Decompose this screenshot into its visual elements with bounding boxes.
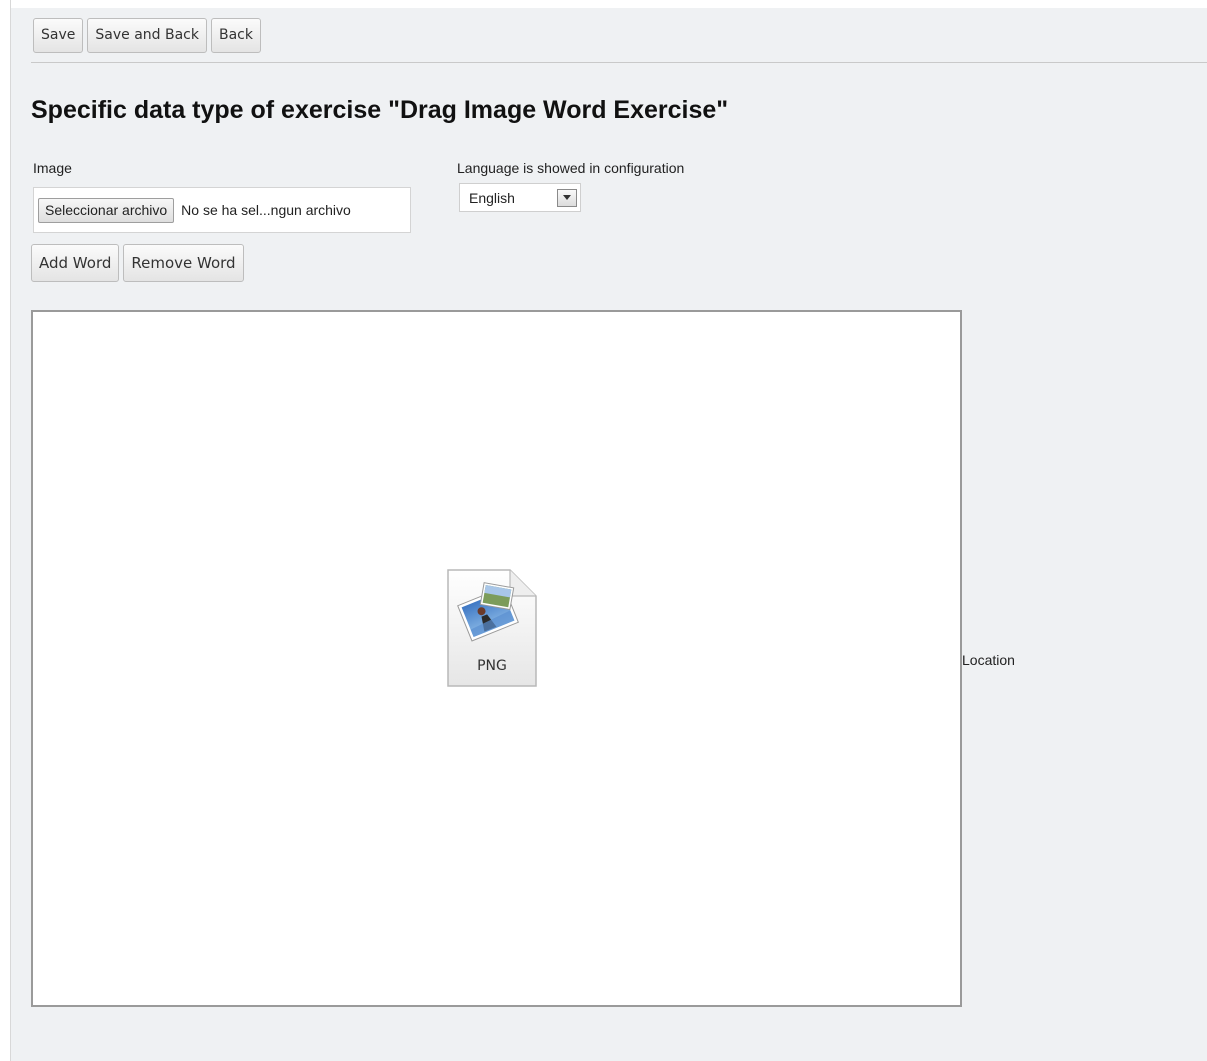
back-button[interactable]: Back (210, 18, 261, 53)
image-label: Image (33, 160, 72, 176)
choose-file-button[interactable]: Seleccionar archivo (38, 197, 175, 223)
toolbar-divider (31, 62, 1207, 63)
chevron-down-icon[interactable] (557, 188, 577, 207)
page-title: Specific data type of exercise "Drag Ima… (31, 96, 729, 124)
save-and-back-button[interactable]: Save and Back (87, 18, 207, 53)
page-content: Save Save and Back Back Specific data ty… (11, 8, 1207, 1061)
image-canvas[interactable]: PNG (31, 310, 962, 1007)
png-file-icon: PNG (446, 568, 538, 688)
language-label: Language is showed in configuration (457, 160, 685, 176)
word-actions: Add Word Remove Word (31, 244, 244, 282)
location-label: Location (962, 652, 1015, 668)
toolbar: Save Save and Back Back (33, 18, 261, 53)
language-selected-value: English (469, 189, 515, 206)
file-status-text: No se ha sel...ngun archivo (181, 202, 351, 218)
add-word-button[interactable]: Add Word (31, 244, 120, 282)
language-select[interactable]: English (459, 183, 581, 212)
save-button[interactable]: Save (33, 18, 84, 53)
remove-word-button[interactable]: Remove Word (123, 244, 244, 282)
image-file-input[interactable]: Seleccionar archivo No se ha sel...ngun … (33, 187, 411, 233)
window-left-edge (0, 0, 11, 1061)
png-label: PNG (477, 658, 507, 674)
window-top-edge (0, 0, 1207, 8)
